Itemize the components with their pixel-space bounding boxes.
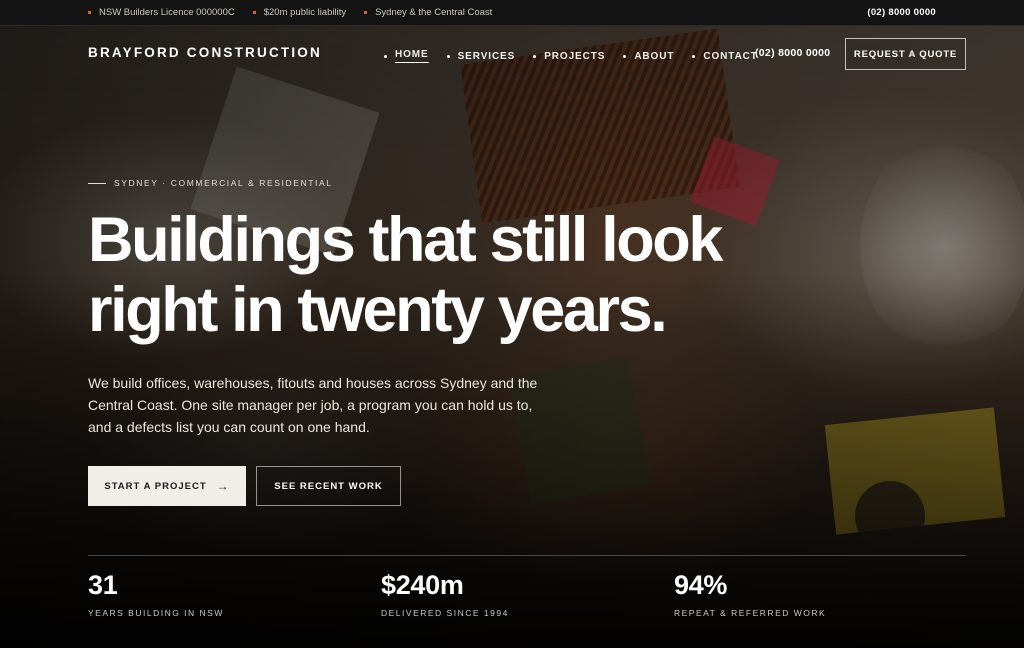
- nav-link-home[interactable]: HOME: [384, 49, 429, 63]
- stats-divider: [88, 555, 966, 556]
- nav-bullet-icon: [692, 54, 696, 58]
- bullet-icon: [252, 11, 256, 14]
- licence-info: NSW Builders Licence 000000C: [88, 7, 235, 18]
- bullet-icon: [88, 11, 91, 14]
- request-quote-button[interactable]: REQUEST A QUOTE: [845, 38, 966, 70]
- service-area-info: Sydney & the Central Coast: [364, 7, 492, 18]
- nav-link-projects[interactable]: PROJECTS: [533, 49, 605, 63]
- stat-label: YEARS BUILDING IN NSW: [88, 608, 224, 618]
- licence-text: NSW Builders Licence 000000C: [99, 7, 235, 18]
- service-area-text: Sydney & the Central Coast: [375, 7, 493, 18]
- nav-link-label: CONTACT: [703, 50, 758, 62]
- see-recent-work-button[interactable]: SEE RECENT WORK: [256, 466, 401, 506]
- stat-delivered: $240m DELIVERED SINCE 1994: [381, 568, 509, 618]
- top-utility-bar: NSW Builders Licence 000000C $20m public…: [0, 0, 1024, 26]
- nav-link-label: HOME: [395, 49, 429, 63]
- eyebrow-rule: [88, 182, 106, 184]
- stat-repeat-work: 94% REPEAT & REFERRED WORK: [674, 568, 826, 618]
- main-navigation: BRAYFORD CONSTRUCTION HOME SERVICES PROJ…: [0, 26, 1024, 84]
- topbar-phone-link[interactable]: (02) 8000 0000: [867, 7, 936, 18]
- start-project-button[interactable]: START A PROJECT →: [88, 466, 246, 506]
- brand-logo[interactable]: BRAYFORD CONSTRUCTION: [88, 45, 322, 60]
- nav-link-contact[interactable]: CONTACT: [692, 49, 757, 63]
- stat-label: REPEAT & REFERRED WORK: [674, 608, 827, 618]
- start-project-label: START A PROJECT: [104, 480, 207, 492]
- nav-bullet-icon: [533, 54, 537, 58]
- stat-value: $240m: [381, 570, 464, 600]
- arrow-right-icon: →: [216, 479, 230, 493]
- nav-link-services[interactable]: SERVICES: [446, 49, 516, 63]
- liability-info: $20m public liability: [252, 7, 347, 18]
- headline-line-2: right in twenty years.: [88, 275, 668, 345]
- stat-value: 94%: [674, 570, 728, 600]
- hero-eyebrow: SYDNEY · COMMERCIAL & RESIDENTIAL: [88, 178, 333, 188]
- headline-line-1: Buildings that still look: [88, 205, 723, 275]
- nav-phone-link[interactable]: (02) 8000 0000: [755, 47, 830, 59]
- nav-link-label: ABOUT: [634, 50, 675, 62]
- nav-bullet-icon: [623, 54, 627, 58]
- nav-link-about[interactable]: ABOUT: [623, 49, 674, 63]
- nav-bullet-icon: [446, 54, 450, 58]
- hero-headline: Buildings that still look right in twent…: [88, 205, 808, 345]
- stat-value: 31: [88, 570, 118, 600]
- liability-text: $20m public liability: [263, 7, 347, 18]
- nav-menu: HOME SERVICES PROJECTS ABOUT CONTACT: [384, 49, 776, 63]
- bullet-icon: [364, 11, 368, 14]
- nav-link-label: PROJECTS: [544, 50, 606, 62]
- nav-bullet-icon: [384, 54, 387, 58]
- nav-link-label: SERVICES: [457, 50, 516, 62]
- stat-years: 31 YEARS BUILDING IN NSW: [88, 568, 224, 618]
- stat-label: DELIVERED SINCE 1994: [381, 608, 509, 618]
- hero-lead-paragraph: We build offices, warehouses, fitouts an…: [88, 375, 538, 435]
- eyebrow-text: SYDNEY · COMMERCIAL & RESIDENTIAL: [114, 178, 333, 188]
